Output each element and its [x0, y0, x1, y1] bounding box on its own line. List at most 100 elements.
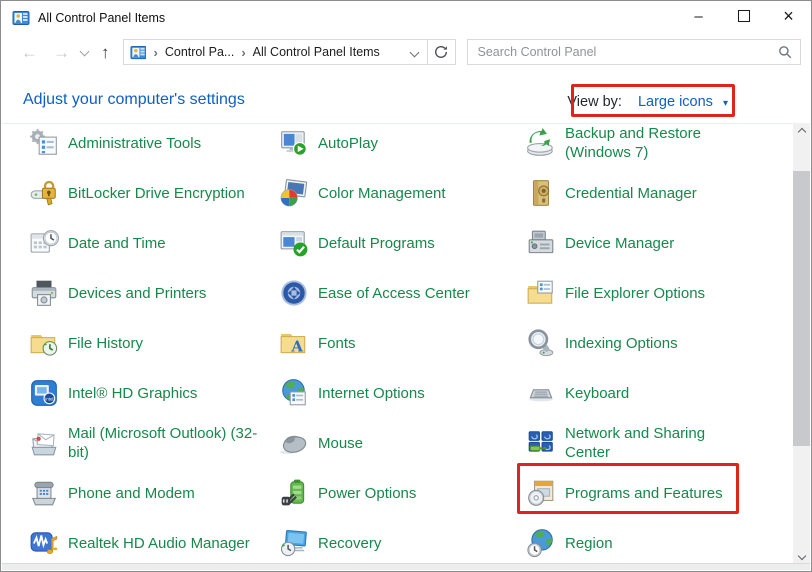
admin-tools-icon	[29, 128, 59, 158]
control-panel-item[interactable]: A Fonts	[279, 318, 526, 368]
chevron-down-icon	[79, 46, 90, 56]
refresh-icon	[435, 46, 447, 58]
search-input[interactable]	[475, 44, 778, 60]
breadcrumb-all-items[interactable]: All Control Panel Items	[253, 45, 380, 59]
control-panel-item[interactable]: Region	[526, 518, 777, 564]
item-label: Region	[565, 534, 613, 552]
control-panel-item[interactable]: Power Options	[279, 468, 526, 518]
navigation-bar: ← → ↑ › Control Pa... › All Control Pane…	[1, 35, 811, 69]
search-box[interactable]	[466, 39, 801, 65]
control-panel-item[interactable]: intel Intel® HD Graphics	[29, 368, 279, 418]
control-panel-item[interactable]: File History	[29, 318, 279, 368]
control-panel-item[interactable]: AutoPlay	[279, 124, 526, 168]
titlebar[interactable]: All Control Panel Items – ×	[1, 1, 811, 35]
breadcrumb-control-panel[interactable]: Control Pa...	[165, 45, 234, 59]
indexing-options-icon	[526, 328, 556, 358]
control-panel-item[interactable]: Recovery	[279, 518, 526, 564]
control-panel-icon	[12, 10, 30, 26]
page-title: Adjust your computer's settings	[23, 91, 245, 108]
control-panel-item[interactable]: Internet Options	[279, 368, 526, 418]
control-panel-item[interactable]: Ease of Access Center	[279, 268, 526, 318]
mail-icon	[29, 428, 59, 458]
date-time-icon	[29, 228, 59, 258]
control-panel-item[interactable]: Backup and Restore (Windows 7)	[526, 124, 777, 168]
view-by-dropdown-icon[interactable]: ▾	[723, 98, 728, 109]
view-by-label: View by:	[567, 94, 622, 110]
control-panel-item[interactable]: Color Management	[279, 168, 526, 218]
item-label: Power Options	[318, 484, 417, 502]
svg-text:intel: intel	[45, 396, 53, 401]
close-button[interactable]: ×	[766, 1, 811, 31]
internet-options-icon	[279, 378, 309, 408]
power-options-icon	[279, 478, 309, 508]
svg-text:A: A	[290, 338, 303, 356]
control-panel-item[interactable]: File Explorer Options	[526, 268, 777, 318]
item-label: Internet Options	[318, 384, 425, 402]
view-by-value[interactable]: Large icons	[638, 94, 713, 110]
maximize-button[interactable]	[721, 1, 766, 31]
window-title: All Control Panel Items	[38, 11, 166, 25]
minimize-button[interactable]: –	[676, 1, 721, 31]
view-by-selector: View by: Large icons ▾	[567, 94, 728, 110]
window-controls: – ×	[676, 1, 811, 31]
item-label: Credential Manager	[565, 184, 697, 202]
item-label: Indexing Options	[565, 334, 678, 352]
control-panel-item[interactable]: Indexing Options	[526, 318, 777, 368]
control-panel-item[interactable]: Keyboard	[526, 368, 777, 418]
control-panel-item[interactable]: Credential Manager	[526, 168, 777, 218]
up-button[interactable]: ↑	[101, 44, 110, 61]
control-panel-item[interactable]: Phone and Modem	[29, 468, 279, 518]
item-label: File Explorer Options	[565, 284, 706, 302]
item-label: Realtek HD Audio Manager	[68, 534, 250, 552]
region-icon	[526, 528, 556, 558]
item-label: Date and Time	[68, 234, 166, 252]
content-area: Administrative Tools AutoPlay Backup and R…	[2, 123, 793, 564]
device-manager-icon	[526, 228, 556, 258]
forward-button[interactable]: →	[53, 44, 70, 61]
back-button[interactable]: ←	[21, 44, 38, 61]
maximize-icon	[737, 10, 750, 22]
control-panel-item[interactable]: Network and Sharing Center	[526, 418, 777, 468]
item-label: Phone and Modem	[68, 484, 195, 502]
forward-arrow-icon: →	[53, 42, 70, 62]
phone-modem-icon	[29, 478, 59, 508]
scrollbar-thumb[interactable]	[793, 171, 810, 446]
control-panel-item[interactable]: Mail (Microsoft Outlook) (32-bit)	[29, 418, 279, 468]
realtek-audio-icon	[29, 528, 59, 558]
network-sharing-icon	[526, 428, 556, 458]
control-panel-item[interactable]: Mouse	[279, 418, 526, 468]
control-panel-item[interactable]: Device Manager	[526, 218, 777, 268]
window-bottom-edge	[2, 563, 810, 570]
address-dropdown[interactable]	[409, 43, 419, 61]
scroll-down-button[interactable]	[793, 547, 810, 564]
minimize-icon: –	[694, 7, 703, 25]
mouse-icon	[279, 428, 309, 458]
intel-hd-graphics-icon: intel	[29, 378, 59, 408]
recent-pages-dropdown[interactable]	[79, 42, 90, 60]
back-arrow-icon: ←	[21, 42, 38, 62]
item-label: Recovery	[318, 534, 382, 552]
item-label: Intel® HD Graphics	[68, 384, 198, 402]
item-label: Devices and Printers	[68, 284, 207, 302]
file-history-icon	[29, 328, 59, 358]
item-label: Fonts	[318, 334, 356, 352]
ease-of-access-icon	[279, 278, 309, 308]
control-panel-item[interactable]: Realtek HD Audio Manager	[29, 518, 279, 564]
chevron-up-icon	[797, 127, 806, 136]
file-explorer-options-icon	[526, 278, 556, 308]
address-bar[interactable]: › Control Pa... › All Control Panel Item…	[122, 39, 456, 65]
control-panel-item[interactable]: Programs and Features	[526, 468, 777, 518]
scroll-up-button[interactable]	[793, 123, 810, 140]
item-label: Ease of Access Center	[318, 284, 470, 302]
item-label: Device Manager	[565, 234, 675, 252]
search-icon	[779, 46, 792, 59]
item-label: Mail (Microsoft Outlook) (32-bit)	[68, 425, 258, 461]
control-panel-item[interactable]: Devices and Printers	[29, 268, 279, 318]
control-panel-item[interactable]: Date and Time	[29, 218, 279, 268]
backup-restore-icon	[526, 128, 556, 158]
refresh-button[interactable]	[426, 40, 455, 64]
vertical-scrollbar[interactable]	[793, 123, 810, 564]
control-panel-item[interactable]: Default Programs	[279, 218, 526, 268]
control-panel-item[interactable]: BitLocker Drive Encryption	[29, 168, 279, 218]
control-panel-item[interactable]: Administrative Tools	[29, 124, 279, 168]
